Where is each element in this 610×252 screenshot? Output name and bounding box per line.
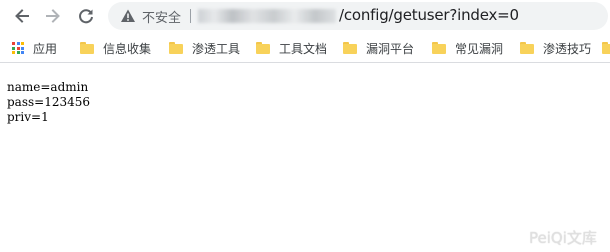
folder-icon	[602, 42, 610, 54]
page-content: name=admin pass=123456 priv=1	[7, 80, 90, 125]
omnibox-separator	[190, 9, 191, 23]
bookmark-overflow[interactable]	[602, 39, 610, 57]
forward-button[interactable]	[40, 3, 66, 29]
arrow-right-icon	[46, 9, 60, 23]
url-text[interactable]: /config/getuser?index=0	[339, 6, 519, 24]
bookmark-tool-docs[interactable]: 工具文档	[256, 39, 327, 57]
folder-icon	[256, 42, 270, 54]
folder-icon	[169, 42, 183, 54]
bookmark-pentest-tools[interactable]: 渗透工具	[169, 39, 240, 57]
folder-icon	[432, 42, 446, 54]
redacted-host	[198, 9, 336, 23]
bookmark-apps[interactable]: 应用	[12, 39, 57, 57]
folder-icon	[80, 42, 94, 54]
bookmark-info-gathering[interactable]: 信息收集	[80, 39, 151, 57]
warning-icon[interactable]	[120, 8, 136, 24]
bookmark-label: 渗透工具	[192, 41, 241, 56]
arrow-left-icon	[15, 9, 29, 23]
folder-icon	[520, 42, 534, 54]
response-line-pass: pass=123456	[7, 95, 91, 109]
browser-toolbar: 不安全 /config/getuser?index=0	[0, 0, 610, 33]
bookmark-common-vulns[interactable]: 常见漏洞	[432, 39, 503, 57]
folder-icon	[343, 42, 357, 54]
not-secure-label[interactable]: 不安全	[142, 7, 181, 26]
reload-icon	[79, 9, 93, 24]
bookmark-label: 工具文档	[279, 41, 328, 56]
address-bar[interactable]: 不安全 /config/getuser?index=0	[108, 2, 608, 30]
bookmarks-bar: 应用 信息收集 渗透工具 工具文档 漏洞平台 常见漏洞 渗透技巧	[0, 33, 610, 63]
bookmark-vuln-platform[interactable]: 漏洞平台	[343, 39, 414, 57]
reload-button[interactable]	[73, 3, 99, 29]
bookmark-label: 信息收集	[103, 41, 152, 56]
bookmark-label: 应用	[33, 41, 58, 56]
bookmark-label: 常见漏洞	[455, 41, 504, 56]
response-line-name: name=admin	[7, 80, 89, 94]
bookmark-label: 漏洞平台	[366, 41, 415, 56]
bookmark-pentest-tips[interactable]: 渗透技巧	[520, 39, 591, 57]
bookmark-label: 渗透技巧	[543, 41, 592, 56]
apps-icon	[12, 42, 24, 54]
watermark: PeiQi文库	[529, 229, 597, 247]
response-line-priv: priv=1	[7, 110, 49, 124]
back-button[interactable]	[9, 3, 35, 29]
